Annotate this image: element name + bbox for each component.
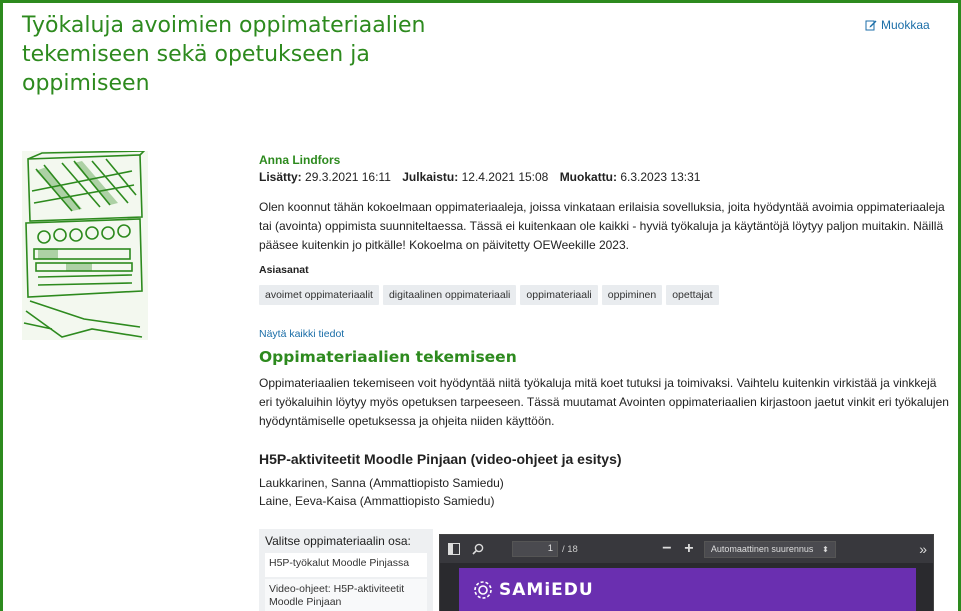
author-name: Anna Lindfors <box>259 153 341 167</box>
zoom-in-icon[interactable]: + <box>682 540 696 558</box>
section-title: Oppimateriaalien tekemiseen <box>259 348 517 366</box>
item-description: Olen koonnut tähän kokoelmaan oppimateri… <box>259 200 945 252</box>
added-value: 29.3.2021 16:11 <box>305 170 391 184</box>
material-title: H5P-aktiviteetit Moodle Pinjaan (video-o… <box>259 451 622 467</box>
show-all-info-link[interactable]: Näytä kaikki tiedot <box>259 328 344 340</box>
date-info: Lisätty: 29.3.2021 16:11 Julkaistu: 12.4… <box>259 169 949 185</box>
section-body: Oppimateriaalien tekemiseen voit hyödynt… <box>259 376 949 428</box>
part-item[interactable]: Video-ohjeet: H5P-aktiviteetit Moodle Pi… <box>265 579 427 611</box>
samiedu-logo-icon <box>474 581 492 599</box>
pdf-viewer: 1 / 18 − + Automaattinen suurennus ⬍ » S… <box>439 534 934 611</box>
keyword-tag[interactable]: opettajat <box>666 285 719 305</box>
published-value: 12.4.2021 15:08 <box>461 170 549 184</box>
material-author: Laukkarinen, Sanna (Ammattiopisto Samied… <box>259 476 504 490</box>
more-tools-icon[interactable]: » <box>919 541 927 557</box>
edit-link[interactable]: Muokkaa <box>865 18 930 32</box>
zoom-select-value: Automaattinen suurennus <box>710 543 814 554</box>
page-number-input[interactable]: 1 <box>512 541 558 557</box>
page-title: Työkaluja avoimien oppimateriaalien teke… <box>22 13 426 96</box>
added-label: Lisätty: <box>259 170 302 184</box>
item-meta: Anna Lindfors Lisätty: 29.3.2021 16:11 J… <box>259 153 949 185</box>
keywords-title: Asiasanat <box>259 264 309 276</box>
brand-name: SAMiEDU <box>499 580 594 600</box>
edit-link-label: Muokkaa <box>881 18 930 32</box>
zoom-out-icon[interactable]: − <box>660 540 674 558</box>
material-author: Laine, Eeva-Kaisa (Ammattiopisto Samiedu… <box>259 494 495 508</box>
part-item[interactable]: H5P-työkalut Moodle Pinjassa <box>265 553 427 577</box>
keyword-tag[interactable]: oppiminen <box>601 285 663 305</box>
brand-logo: SAMiEDU <box>473 580 594 600</box>
edit-icon <box>865 20 877 31</box>
modified-label: Muokattu: <box>559 170 618 184</box>
keyword-tag[interactable]: oppimateriaali <box>520 285 598 305</box>
pdf-toolbar: 1 / 18 − + Automaattinen suurennus ⬍ » <box>440 535 933 563</box>
keyword-tag[interactable]: digitaalinen oppimateriaali <box>382 285 517 305</box>
page-count: / 18 <box>562 543 578 555</box>
content-frame: Työkaluja avoimien oppimateriaalien teke… <box>0 0 961 611</box>
chevron-updown-icon: ⬍ <box>822 544 829 554</box>
material-authors: Laukkarinen, Sanna (Ammattiopisto Samied… <box>259 474 504 510</box>
keyword-tag[interactable]: avoimet oppimateriaalit <box>259 285 379 305</box>
keyword-tags: avoimet oppimateriaalit digitaalinen opp… <box>259 285 719 305</box>
pdf-page: SAMiEDU <box>459 568 916 611</box>
search-icon[interactable] <box>470 541 486 557</box>
published-label: Julkaistu: <box>402 170 459 184</box>
sidebar-toggle-icon[interactable] <box>446 541 462 557</box>
part-chooser-title: Valitse oppimateriaalin osa: <box>265 534 411 548</box>
cover-image <box>22 151 148 340</box>
part-chooser: Valitse oppimateriaalin osa: H5P-työkalu… <box>259 529 433 611</box>
modified-value: 6.3.2023 13:31 <box>620 170 701 184</box>
zoom-select[interactable]: Automaattinen suurennus ⬍ <box>703 540 836 558</box>
